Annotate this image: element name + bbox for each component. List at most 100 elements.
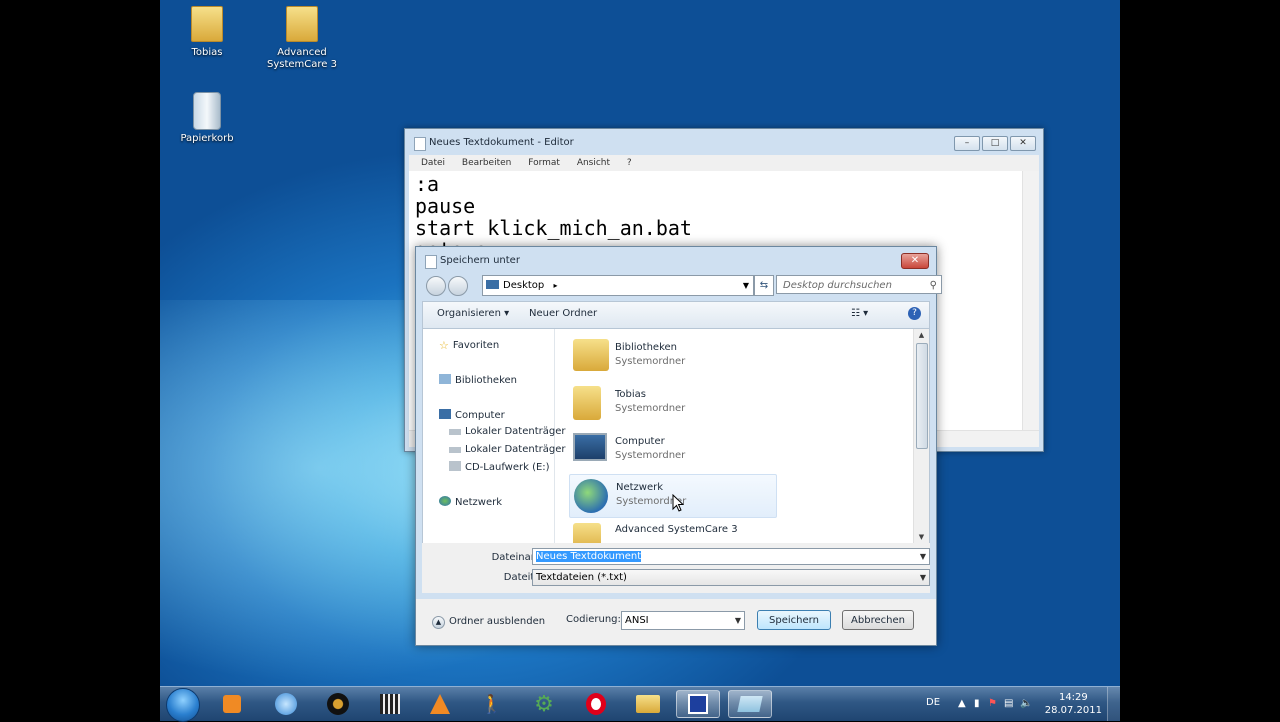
menu-bearbeiten[interactable]: Bearbeiten: [462, 158, 511, 168]
notepad-titlebar[interactable]: Neues Textdokument - Editor – □ ✕: [405, 129, 1043, 155]
help-icon[interactable]: ?: [908, 307, 921, 320]
hide-folders-toggle[interactable]: ▲ Ordner ausblenden: [432, 616, 545, 629]
desktop-icon-label: Papierkorb: [180, 133, 234, 144]
file-item-bibliotheken[interactable]: Bibliotheken Systemordner: [569, 335, 775, 377]
dropdown-arrow-icon[interactable]: ▼: [920, 570, 926, 585]
address-text: Desktop: [503, 280, 545, 291]
user-folder-icon: [573, 386, 601, 420]
file-item-tobias[interactable]: Tobias Systemordner: [569, 382, 775, 424]
libraries-folder-icon: [573, 339, 609, 371]
media-player-icon[interactable]: [210, 690, 254, 718]
menu-ansicht[interactable]: Ansicht: [577, 158, 610, 168]
minimize-button[interactable]: –: [954, 136, 980, 151]
forward-button[interactable]: [448, 276, 468, 296]
desktop-icon-tobias[interactable]: Tobias: [162, 6, 252, 59]
address-bar[interactable]: Desktop ▸ ▼: [482, 275, 754, 296]
nav-item-computer[interactable]: Computer: [439, 409, 505, 421]
save-button[interactable]: Speichern: [757, 610, 831, 630]
stick-figure-app-icon[interactable]: 🚶: [470, 690, 514, 718]
notepad-taskbar-icon[interactable]: [728, 690, 772, 718]
menu-datei[interactable]: Datei: [421, 158, 445, 168]
scroll-thumb[interactable]: [916, 343, 928, 449]
view-options-icon[interactable]: ☷ ▾: [851, 302, 868, 326]
nav-item-local-drive-1[interactable]: Lokaler Datenträger: [449, 426, 566, 437]
filename-value: Neues Textdokument: [536, 551, 642, 562]
navigation-pane: ☆ Favoriten Bibliotheken Computer Lokaler…: [423, 329, 566, 543]
start-button[interactable]: [166, 688, 200, 722]
address-row: Desktop ▸ ▼ ⇆ Desktop durchsuchen ⚲: [422, 275, 942, 297]
nav-item-libraries[interactable]: Bibliotheken: [439, 374, 517, 386]
scroll-up-icon[interactable]: ▲: [914, 331, 929, 339]
mouse-cursor-icon: [672, 494, 684, 512]
encoding-select[interactable]: ANSI ▼: [621, 611, 745, 630]
filetype-select[interactable]: Textdateien (*.txt) ▼: [532, 569, 930, 586]
scroll-down-icon[interactable]: ▼: [914, 533, 929, 541]
notepad-vertical-scrollbar[interactable]: [1022, 171, 1039, 431]
qr-app-icon[interactable]: [368, 690, 412, 718]
clock[interactable]: 14:29 28.07.2011: [1045, 691, 1102, 717]
battery-icon[interactable]: ▮: [974, 698, 980, 709]
notepad-title: Neues Textdokument - Editor: [429, 137, 574, 148]
active-window-icon[interactable]: [676, 690, 720, 718]
breadcrumb-arrow-icon[interactable]: ▸: [553, 281, 557, 290]
dropdown-arrow-icon[interactable]: ▼: [920, 549, 926, 564]
explorer-icon[interactable]: [626, 690, 670, 718]
language-indicator[interactable]: DE: [926, 697, 940, 708]
libraries-icon: [439, 374, 451, 384]
network-tray-icon[interactable]: ▤: [1004, 698, 1013, 709]
search-placeholder: Desktop durchsuchen: [783, 280, 892, 291]
itunes-icon[interactable]: [264, 690, 308, 718]
file-item-computer[interactable]: Computer Systemordner: [569, 429, 775, 471]
maximize-button[interactable]: □: [982, 136, 1008, 151]
encoding-value: ANSI: [625, 615, 649, 626]
notepad-icon: [414, 137, 426, 151]
app-round-icon[interactable]: [316, 690, 360, 718]
menu-help[interactable]: ?: [627, 158, 632, 168]
desktop-icon-label: Advanced SystemCare 3: [267, 47, 337, 70]
save-as-dialog: Speichern unter ✕ Desktop ▸ ▼ ⇆ Desktop …: [415, 246, 942, 646]
address-dropdown-icon[interactable]: ▼: [743, 276, 749, 295]
refresh-button[interactable]: ⇆: [754, 275, 774, 296]
file-list: Bibliotheken Systemordner Tobias Systemo…: [555, 329, 913, 543]
folder-icon: [285, 6, 319, 44]
recycle-bin-icon: [190, 92, 224, 130]
gear-app-icon[interactable]: ⚙: [522, 690, 566, 718]
nav-item-network[interactable]: Netzwerk: [439, 496, 502, 508]
desktop-icon-recycle-bin[interactable]: Papierkorb: [162, 92, 252, 145]
dialog-titlebar[interactable]: Speichern unter ✕: [416, 247, 936, 273]
star-icon: ☆: [439, 339, 449, 352]
organize-button[interactable]: Organisieren ▾: [437, 302, 509, 326]
show-desktop-button[interactable]: [1107, 687, 1120, 721]
encoding-label: Codierung:: [566, 614, 621, 625]
clock-time: 14:29: [1058, 692, 1088, 703]
user-folder-icon: [190, 6, 224, 44]
opera-icon[interactable]: [574, 690, 618, 718]
search-icon: ⚲: [929, 280, 937, 291]
clock-date: 28.07.2011: [1044, 705, 1102, 716]
dropdown-arrow-icon[interactable]: ▼: [735, 612, 741, 629]
file-item-advanced-systemcare[interactable]: Advanced SystemCare 3: [569, 519, 775, 543]
computer-icon: [573, 433, 607, 461]
dialog-close-button[interactable]: ✕: [901, 253, 929, 269]
new-folder-button[interactable]: Neuer Ordner: [529, 302, 597, 326]
nav-item-local-drive-2[interactable]: Lokaler Datenträger: [449, 444, 566, 455]
volume-icon[interactable]: 🔈: [1020, 698, 1032, 709]
nav-item-favorites[interactable]: ☆ Favoriten: [439, 339, 499, 352]
tray-expand-icon[interactable]: ▲: [958, 698, 966, 709]
drive-icon: [449, 429, 461, 435]
filename-field[interactable]: Neues Textdokument ▼: [532, 548, 930, 565]
file-form: Dateiname: Neues Textdokument ▼ Dateityp…: [422, 543, 930, 593]
menu-format[interactable]: Format: [528, 158, 560, 168]
back-button[interactable]: [426, 276, 446, 296]
close-button[interactable]: ✕: [1010, 136, 1036, 151]
search-input[interactable]: Desktop durchsuchen ⚲: [776, 275, 942, 294]
filetype-value: Textdateien (*.txt): [536, 572, 627, 583]
desktop-icon-label: Tobias: [191, 47, 223, 58]
vlc-icon[interactable]: [418, 690, 462, 718]
file-list-scrollbar[interactable]: ▲ ▼: [913, 329, 929, 543]
action-center-icon[interactable]: ⚑: [988, 698, 997, 709]
cancel-button[interactable]: Abbrechen: [842, 610, 914, 630]
desktop-icon-advanced-systemcare[interactable]: Advanced SystemCare 3: [257, 6, 347, 71]
drive-icon: [449, 447, 461, 453]
nav-item-cd-drive[interactable]: CD-Laufwerk (E:): [449, 461, 550, 473]
